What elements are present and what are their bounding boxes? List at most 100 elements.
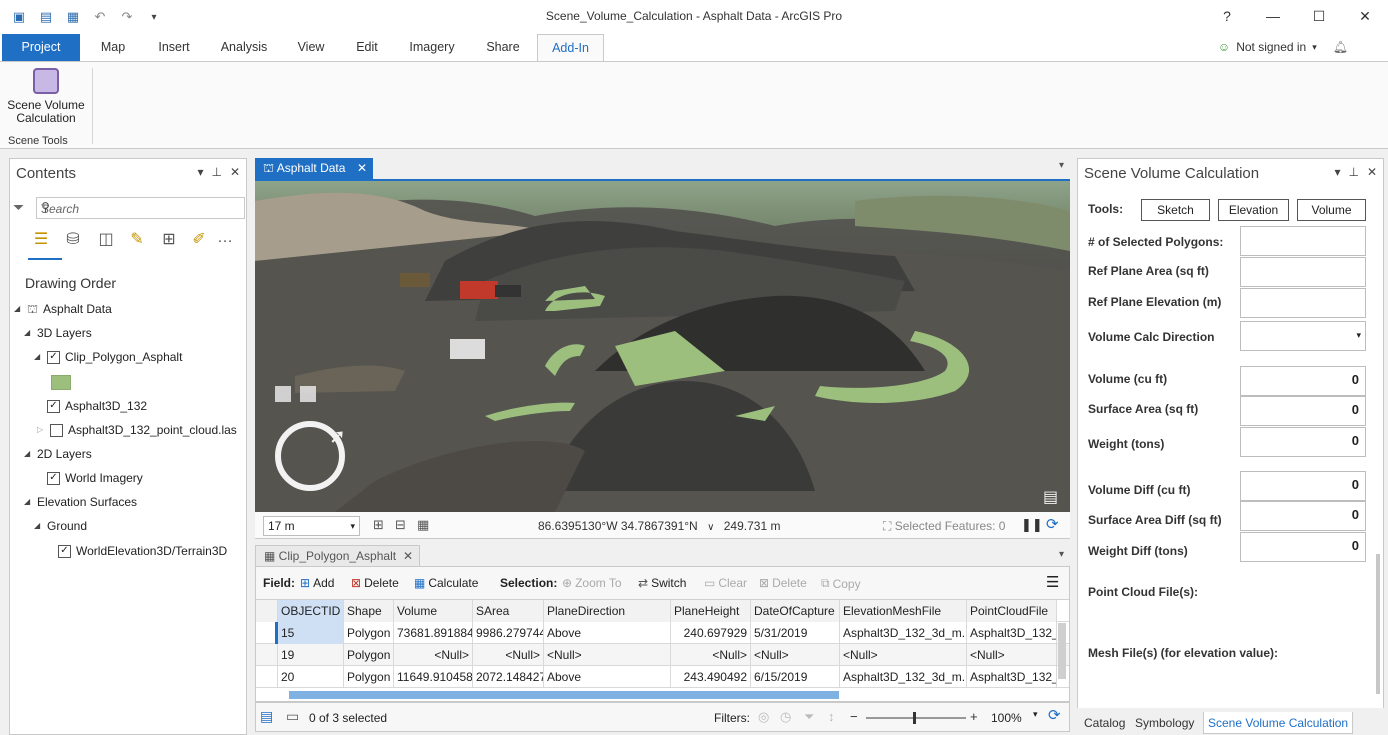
pin-icon[interactable]: ⊥ <box>1348 165 1358 179</box>
list-by-selection-icon[interactable]: ◫ <box>95 229 117 251</box>
volume-button[interactable]: Volume <box>1297 199 1366 221</box>
pane-options-icon[interactable]: ▾ <box>1334 165 1340 179</box>
table-cell[interactable]: <Null> <box>394 644 473 666</box>
zoom-slider-track[interactable] <box>866 717 966 719</box>
table-cell[interactable]: Polygon <box>344 622 394 644</box>
tree-item-3d-layers[interactable]: ◢ 3D Layers <box>24 324 92 342</box>
tree-item-world-imagery[interactable]: ✓ World Imagery <box>47 469 143 487</box>
filter-icon[interactable]: ⏷ <box>13 199 24 216</box>
minimize-button[interactable]: — <box>1250 0 1296 32</box>
table-cell[interactable]: Asphalt3D_132_3d_m... <box>840 622 967 644</box>
table-row[interactable]: 19 Polygon <Null> <Null> <Null> <Null> <… <box>256 644 1069 666</box>
table-cell[interactable]: Polygon <box>344 644 394 666</box>
tree-item-map[interactable]: ◢ ⛫ Asphalt Data <box>14 300 112 318</box>
refresh-icon[interactable]: ⟳ <box>1046 515 1059 533</box>
column-header[interactable]: OBJECTID <box>278 600 344 622</box>
calc-direction-dropdown[interactable]: ▾ <box>1240 321 1366 351</box>
table-cell[interactable]: <Null> <box>671 644 751 666</box>
scale-dropdown[interactable]: 17 m ▾ <box>263 516 360 536</box>
row-selector[interactable] <box>256 644 278 666</box>
table-row[interactable]: 15 Polygon 73681.891884 9986.279744 Abov… <box>256 622 1069 644</box>
search-input[interactable]: Search ⚲ ▾ <box>36 197 245 219</box>
elevation-button[interactable]: Elevation <box>1218 199 1289 221</box>
table-cell[interactable]: Asphalt3D_132_p <box>967 666 1057 688</box>
table-menu-icon[interactable]: ☰ <box>1046 573 1059 591</box>
row-selector[interactable] <box>256 666 278 688</box>
expand-caret-icon[interactable]: ◢ <box>34 517 42 535</box>
column-header[interactable]: SArea <box>473 600 544 622</box>
list-by-drawing-order-icon[interactable]: ☰ <box>30 229 52 251</box>
map-view-tab[interactable]: ⛫ Asphalt Data ✕ <box>255 158 373 179</box>
table-cell[interactable]: Asphalt3D_132_p <box>967 622 1057 644</box>
polygon-symbol-swatch[interactable] <box>51 375 71 390</box>
filter-extent-icon[interactable]: ◎ <box>758 709 769 725</box>
table-cell[interactable]: <Null> <box>840 644 967 666</box>
table-icon[interactable]: ▦ <box>417 517 429 533</box>
coordinate-readout[interactable]: 86.6395130°W 34.7867391°N ∨ 249.731 m <box>538 519 780 533</box>
tab-scene-volume-calculation[interactable]: Scene Volume Calculation <box>1203 712 1354 734</box>
column-header[interactable]: PointCloudFile <box>967 600 1057 622</box>
tab-map[interactable]: Map <box>92 34 134 61</box>
scene-volume-calculation-button[interactable]: Scene Volume Calculation <box>6 66 86 125</box>
table-cell[interactable]: 19 <box>278 644 344 666</box>
horizontal-scrollbar[interactable] <box>289 691 839 699</box>
close-button[interactable]: ✕ <box>1342 0 1388 32</box>
tab-insert[interactable]: Insert <box>148 34 200 61</box>
ref-plane-elevation-field[interactable] <box>1240 288 1366 318</box>
selected-features[interactable]: ⛶ Selected Features: 0 <box>883 519 1005 534</box>
chevron-down-icon[interactable]: ▾ <box>41 201 240 212</box>
visibility-checkbox[interactable]: ✓ <box>47 399 60 413</box>
help-button[interactable]: ? <box>1204 0 1250 32</box>
table-cell[interactable]: 5/31/2019 <box>751 622 840 644</box>
view-options-icon[interactable]: ▾ <box>1059 549 1064 560</box>
show-selected-records-icon[interactable]: ▭ <box>286 708 299 725</box>
expand-caret-icon[interactable]: ◢ <box>34 348 42 366</box>
table-cell[interactable]: Asphalt3D_132_3d_m... <box>840 666 967 688</box>
table-cell[interactable]: 6/15/2019 <box>751 666 840 688</box>
tab-analysis[interactable]: Analysis <box>212 34 276 61</box>
zoom-out-icon[interactable]: − <box>850 709 858 724</box>
copy-button[interactable]: ⧉ Copy <box>821 576 861 591</box>
table-cell[interactable]: <Null> <box>751 644 840 666</box>
delete-selected-button[interactable]: ⊠ Delete <box>759 576 807 590</box>
row-selector[interactable] <box>256 622 278 644</box>
column-header[interactable]: Volume <box>394 600 473 622</box>
visibility-checkbox[interactable]: ✓ <box>47 350 60 364</box>
show-all-records-icon[interactable]: ▤ <box>260 708 273 725</box>
list-by-data-source-icon[interactable]: ⛁ <box>62 229 84 251</box>
table-cell[interactable]: Polygon <box>344 666 394 688</box>
tab-catalog[interactable]: Catalog <box>1080 712 1129 734</box>
table-cell[interactable]: 243.490492 <box>671 666 751 688</box>
list-by-labeling-icon[interactable]: ✐ <box>188 229 210 251</box>
tree-item-asphalt3d-132[interactable]: ✓ Asphalt3D_132 <box>47 397 147 415</box>
clear-button[interactable]: ▭ Clear <box>704 576 747 590</box>
tab-add-in[interactable]: Add-In <box>537 34 604 61</box>
tab-project[interactable]: Project <box>2 34 80 61</box>
vertical-scrollbar[interactable] <box>1058 623 1066 679</box>
sketch-button[interactable]: Sketch <box>1141 199 1210 221</box>
close-tab-icon[interactable]: ✕ <box>357 158 367 179</box>
list-by-snapping-icon[interactable]: ⊞ <box>158 229 180 251</box>
visibility-checkbox[interactable]: ✓ <box>47 471 60 485</box>
list-by-editing-icon[interactable]: ✎ <box>126 229 148 251</box>
tree-item-2d-layers[interactable]: ◢ 2D Layers <box>24 445 92 463</box>
more-options-icon[interactable]: … <box>214 229 236 251</box>
expand-caret-icon[interactable]: ◢ <box>24 324 32 342</box>
column-header[interactable]: DateOfCapture <box>751 600 840 622</box>
table-cell[interactable]: 20 <box>278 666 344 688</box>
collapsed-caret-icon[interactable]: ▷ <box>37 421 45 439</box>
grid-icon[interactable]: ⊟ <box>395 517 406 533</box>
table-cell[interactable]: <Null> <box>473 644 544 666</box>
zoom-percent[interactable]: 100% <box>991 711 1022 725</box>
table-cell[interactable]: 240.697929 <box>671 622 751 644</box>
refresh-icon[interactable]: ⟳ <box>1048 706 1061 724</box>
calculate-field-button[interactable]: ▦ Calculate <box>414 576 478 590</box>
table-cell[interactable]: 9986.279744 <box>473 622 544 644</box>
close-icon[interactable]: ✕ <box>1367 165 1377 179</box>
add-field-button[interactable]: ⊞ Add <box>300 576 334 590</box>
expand-caret-icon[interactable]: ◢ <box>24 445 32 463</box>
table-cell[interactable]: 73681.891884 <box>394 622 473 644</box>
expand-caret-icon[interactable]: ◢ <box>14 300 22 318</box>
table-cell[interactable]: 11649.910458 <box>394 666 473 688</box>
pin-icon[interactable]: ⊥ <box>211 165 221 179</box>
